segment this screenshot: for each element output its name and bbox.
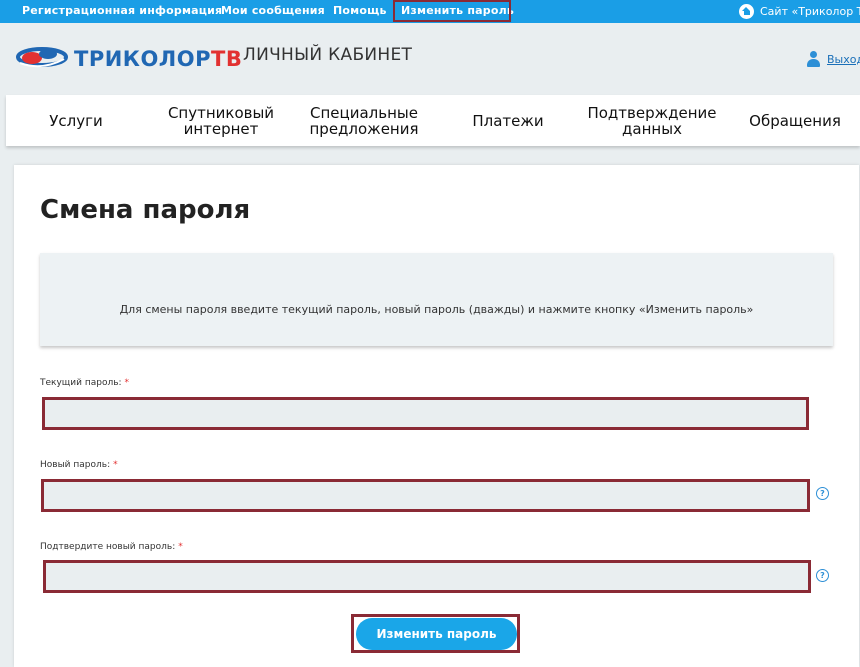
current-password-field-outline [42, 397, 809, 430]
confirm-password-field-outline [43, 560, 811, 593]
logo-swoosh-icon [16, 47, 68, 68]
page-title: Смена пароля [40, 195, 251, 225]
nav-item-payments[interactable]: Платежи [453, 95, 563, 146]
new-password-label-text: Новый пароль: [40, 460, 111, 470]
registration-info-link[interactable]: Регистрационная информация [22, 4, 222, 17]
site-link-label: Сайт «Триколор ТВ» [760, 5, 860, 18]
logo-text: ТРИКОЛОРТВ [74, 47, 242, 71]
tricolor-logo[interactable]: ТРИКОЛОРТВ [14, 41, 242, 73]
new-password-label: Новый пароль: * [40, 460, 118, 470]
header: ТРИКОЛОРТВ ЛИЧНЫЙ КАБИНЕТ Выход [0, 23, 860, 95]
nav-item-data-confirmation[interactable]: Подтверждение данных [576, 95, 728, 146]
current-password-label-text: Текущий пароль: [40, 378, 122, 388]
current-password-input[interactable] [45, 400, 806, 427]
main-nav: Услуги Спутниковый интернет Специальные … [6, 95, 860, 146]
nav-item-satellite-internet[interactable]: Спутниковый интернет [156, 95, 286, 146]
change-password-highlight [393, 0, 511, 22]
user-icon [806, 51, 821, 67]
top-bar: Регистрационная информация Мои сообщения… [0, 0, 860, 23]
required-mark: * [113, 460, 118, 470]
home-icon [739, 4, 754, 19]
confirm-password-help-icon[interactable]: ? [816, 569, 829, 582]
site-link[interactable]: Сайт «Триколор ТВ» [739, 3, 860, 20]
info-box: Для смены пароля введите текущий пароль,… [40, 253, 833, 346]
new-password-field-outline [41, 479, 810, 512]
info-text: Для смены пароля введите текущий пароль,… [119, 303, 754, 316]
new-password-help-icon[interactable]: ? [816, 487, 829, 500]
nav-item-services[interactable]: Услуги [21, 95, 131, 146]
current-password-label: Текущий пароль: * [40, 378, 129, 388]
new-password-input[interactable] [44, 482, 807, 509]
my-messages-link[interactable]: Мои сообщения [221, 4, 325, 17]
logo-text-tricolor: ТРИКОЛОР [74, 47, 211, 71]
confirm-password-label: Подтвердите новый пароль: * [40, 542, 183, 552]
confirm-password-input[interactable] [46, 563, 808, 590]
logout-link[interactable]: Выход [827, 53, 860, 66]
required-mark: * [178, 542, 183, 552]
confirm-password-label-text: Подтвердите новый пароль: [40, 542, 176, 552]
nav-item-special-offers[interactable]: Специальные предложения [298, 95, 430, 146]
change-password-button[interactable]: Изменить пароль [356, 618, 517, 650]
logo-text-tv: ТВ [211, 47, 243, 71]
cabinet-title: ЛИЧНЫЙ КАБИНЕТ [243, 45, 413, 65]
help-link[interactable]: Помощь [333, 4, 387, 17]
required-mark: * [124, 378, 130, 388]
nav-item-appeals[interactable]: Обращения [740, 95, 850, 146]
